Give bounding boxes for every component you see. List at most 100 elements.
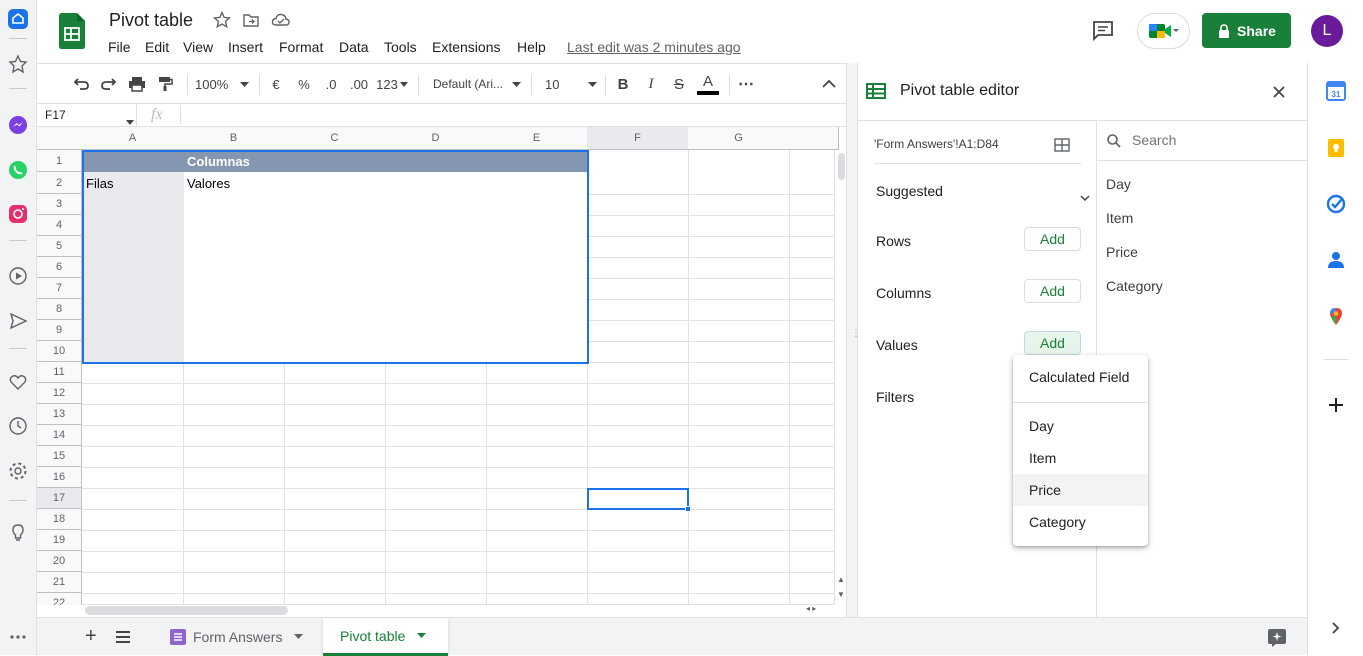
suggested-chevron-icon[interactable]	[1080, 188, 1090, 206]
zoom-select[interactable]: 100%	[195, 64, 235, 104]
currency-button[interactable]: €	[267, 64, 285, 104]
heart-icon[interactable]	[6, 370, 30, 394]
sheet-tab-pivot-table[interactable]: Pivot table	[323, 618, 448, 656]
document-title[interactable]: Pivot table	[109, 10, 193, 31]
decrease-decimal-button[interactable]: .0	[321, 64, 341, 104]
instagram-icon[interactable]	[6, 202, 30, 226]
explore-icon[interactable]	[1267, 628, 1287, 653]
spreadsheet-grid[interactable]: A B C D E F G 1 2 3 4 5 6 7 8 9 10 11 12…	[37, 127, 847, 605]
scroll-down-icon[interactable]: ▼	[837, 590, 845, 599]
dropdown-item-price[interactable]: Price	[1013, 474, 1148, 506]
select-all-corner[interactable]	[37, 127, 83, 150]
sheet-tab-form-answers[interactable]: Form Answers	[155, 618, 323, 655]
home-icon[interactable]	[6, 7, 30, 31]
row-header-20[interactable]: 20	[37, 551, 82, 572]
dropdown-item-day[interactable]: Day	[1013, 410, 1148, 442]
sheets-logo-icon[interactable]	[59, 13, 85, 54]
dropdown-calculated-field[interactable]: Calculated Field	[1013, 361, 1148, 393]
row-header-1[interactable]: 1	[37, 150, 82, 172]
expand-panel-icon[interactable]	[1324, 616, 1348, 640]
column-header-e[interactable]: E	[486, 127, 588, 150]
row-header-4[interactable]: 4	[37, 215, 82, 236]
scroll-left-icon[interactable]: ◂ ▸	[806, 604, 816, 613]
row-header-8[interactable]: 8	[37, 299, 82, 320]
menu-format[interactable]: Format	[279, 39, 323, 55]
menu-file[interactable]: File	[108, 39, 131, 55]
row-header-14[interactable]: 14	[37, 425, 82, 446]
row-header-6[interactable]: 6	[37, 257, 82, 278]
rows-add-button[interactable]: Add	[1024, 227, 1081, 251]
panel-resize-handle[interactable]: ⋮	[846, 63, 861, 617]
more-toolbar-button[interactable]: ⋯	[735, 64, 757, 104]
send-icon[interactable]	[6, 309, 30, 333]
horizontal-scrollbar[interactable]	[83, 604, 834, 605]
number-format-dropdown-icon[interactable]	[399, 64, 408, 104]
row-header-16[interactable]: 16	[37, 467, 82, 488]
clock-icon[interactable]	[6, 414, 30, 438]
name-box[interactable]: F17	[37, 104, 137, 126]
data-range-field[interactable]: 'Form Answers'!A1:D84	[874, 137, 999, 151]
print-icon[interactable]	[126, 64, 148, 104]
avatar[interactable]: L	[1311, 15, 1343, 47]
undo-icon[interactable]	[70, 64, 92, 104]
close-icon[interactable]	[1272, 85, 1286, 104]
row-header-3[interactable]: 3	[37, 194, 82, 215]
contacts-icon[interactable]	[1324, 248, 1348, 272]
collapse-toolbar-icon[interactable]	[819, 64, 839, 104]
menu-insert[interactable]: Insert	[228, 39, 263, 55]
zoom-dropdown-icon[interactable]	[239, 64, 249, 104]
row-header-11[interactable]: 11	[37, 362, 82, 383]
fill-handle[interactable]	[685, 506, 691, 512]
comments-icon[interactable]	[1091, 18, 1115, 47]
move-folder-icon[interactable]	[242, 11, 260, 34]
font-size-dropdown-icon[interactable]	[587, 64, 597, 104]
values-add-button[interactable]: Add	[1024, 331, 1081, 355]
row-header-12[interactable]: 12	[37, 383, 82, 404]
column-header-a[interactable]: A	[82, 127, 184, 150]
strikethrough-button[interactable]: S	[670, 64, 688, 104]
row-header-7[interactable]: 7	[37, 278, 82, 299]
percent-button[interactable]: %	[295, 64, 313, 104]
tasks-icon[interactable]	[1324, 192, 1348, 216]
horizontal-scroll-thumb[interactable]	[85, 606, 288, 615]
field-item-category[interactable]: Category	[1106, 278, 1163, 294]
add-sheet-icon[interactable]: +	[85, 626, 97, 646]
row-header-10[interactable]: 10	[37, 341, 82, 362]
column-header-c[interactable]: C	[284, 127, 386, 150]
italic-button[interactable]: I	[642, 64, 660, 104]
bold-button[interactable]: B	[614, 64, 632, 104]
selected-cell[interactable]	[587, 488, 689, 510]
menu-edit[interactable]: Edit	[145, 39, 169, 55]
messenger-icon[interactable]	[6, 113, 30, 137]
menu-view[interactable]: View	[183, 39, 213, 55]
text-color-button[interactable]: A	[697, 64, 719, 104]
keep-icon[interactable]	[1324, 136, 1348, 160]
scroll-up-icon[interactable]: ▲	[837, 575, 845, 584]
row-header-15[interactable]: 15	[37, 446, 82, 467]
column-header-g[interactable]: G	[688, 127, 790, 150]
font-size-select[interactable]: 10	[545, 64, 565, 104]
dropdown-item-category[interactable]: Category	[1013, 506, 1148, 538]
row-header-5[interactable]: 5	[37, 236, 82, 257]
settings-icon[interactable]	[6, 459, 30, 483]
row-header-2[interactable]: 2	[37, 172, 82, 194]
whatsapp-icon[interactable]	[6, 158, 30, 182]
columns-add-button[interactable]: Add	[1024, 279, 1081, 303]
row-header-18[interactable]: 18	[37, 509, 82, 530]
column-header-d[interactable]: D	[385, 127, 487, 150]
font-select[interactable]: Default (Ari...	[433, 64, 509, 104]
menu-help[interactable]: Help	[517, 39, 546, 55]
last-edit-link[interactable]: Last edit was 2 minutes ago	[567, 39, 741, 55]
more-icon[interactable]	[6, 625, 30, 649]
row-header-19[interactable]: 19	[37, 530, 82, 551]
row-header-17[interactable]: 17	[37, 488, 82, 509]
row-header-22[interactable]: 22	[37, 593, 82, 605]
redo-icon[interactable]	[98, 64, 120, 104]
dropdown-item-item[interactable]: Item	[1013, 442, 1148, 474]
field-item-price[interactable]: Price	[1106, 244, 1138, 260]
play-icon[interactable]	[6, 264, 30, 288]
menu-tools[interactable]: Tools	[384, 39, 417, 55]
row-header-13[interactable]: 13	[37, 404, 82, 425]
font-dropdown-icon[interactable]	[511, 64, 521, 104]
share-button[interactable]: Share	[1202, 13, 1291, 48]
